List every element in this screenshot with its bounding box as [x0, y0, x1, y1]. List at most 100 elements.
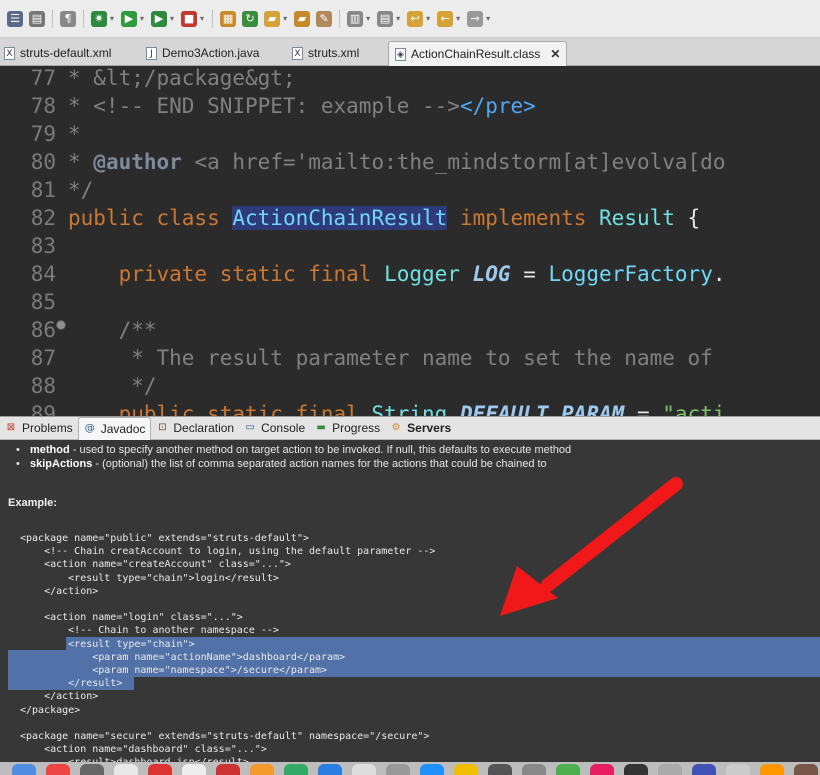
app-icon[interactable]	[658, 764, 682, 775]
code-token: =	[624, 402, 663, 416]
task-icon[interactable]: ▤	[377, 10, 394, 27]
view-tab[interactable]: ▭ Console	[239, 417, 310, 439]
app-icon[interactable]	[80, 764, 104, 775]
open-type-icon[interactable]: ▰	[294, 10, 311, 27]
dropdown-arrow-icon[interactable]: ▾	[140, 14, 144, 23]
view-tab[interactable]: ⊠ Problems	[0, 417, 78, 439]
open-folder-icon[interactable]: ▰	[264, 10, 281, 27]
stop-icon[interactable]: ■	[181, 10, 198, 27]
code-line: 81 */	[0, 176, 820, 204]
view-tab[interactable]: ▬ Progress	[310, 417, 385, 439]
app-icon[interactable]	[488, 764, 512, 775]
app-icon[interactable]	[352, 764, 376, 775]
code-token: =	[510, 262, 549, 286]
dropdown-arrow-icon[interactable]: ▾	[200, 14, 204, 23]
dropdown-arrow-icon[interactable]: ▾	[110, 14, 114, 23]
tab-label: ActionChainResult.class	[411, 47, 541, 61]
app-icon[interactable]	[726, 764, 750, 775]
paragraph-icon[interactable]: ¶	[60, 10, 76, 27]
code-text: public class ActionChainResult implement…	[68, 204, 700, 232]
app-icon[interactable]	[386, 764, 410, 775]
view-tab[interactable]: @ Javadoc	[77, 416, 152, 440]
app-icon[interactable]	[182, 764, 206, 775]
view-tab-label: Javadoc	[100, 421, 146, 436]
example-heading: Example:	[8, 497, 57, 509]
brush-icon[interactable]: ✎	[316, 10, 333, 27]
app-icon[interactable]	[46, 764, 70, 775]
dropdown-arrow-icon[interactable]: ▾	[486, 14, 490, 23]
code-line: 89 public static final String DEFAULT_PA…	[0, 400, 820, 416]
example-code-line: </result>	[20, 678, 123, 690]
code-token: <a href='mailto:the_mindstorm[at]evolva[…	[181, 150, 726, 174]
line-number: 86	[30, 318, 56, 342]
editor-tab[interactable]: ◈ ActionChainResult.class ✕	[388, 41, 568, 66]
code-text: public static final String DEFAULT_PARAM…	[68, 400, 726, 416]
app-icon[interactable]	[692, 764, 716, 775]
toolbar-separator	[212, 9, 214, 28]
app-icon[interactable]	[556, 764, 580, 775]
app-icon[interactable]	[624, 764, 648, 775]
close-icon[interactable]: ✕	[550, 47, 560, 61]
bullet-term: skipActions	[30, 458, 93, 470]
bullet-dot: •	[16, 444, 20, 456]
bullet-text: method - used to specify another method …	[30, 443, 571, 457]
view-tab-label: Servers	[407, 421, 452, 435]
dropdown-arrow-icon[interactable]: ▾	[366, 14, 370, 23]
bullet-text: skipActions - (optional) the list of com…	[30, 457, 547, 471]
line-number: 87	[30, 346, 56, 370]
console-icon: ▭	[245, 422, 255, 433]
forward-icon[interactable]: →	[467, 10, 484, 27]
javadoc-panel[interactable]: Example: •namespace - used to determine …	[0, 440, 820, 762]
editor-tab[interactable]: J Demo3Action.java	[146, 41, 259, 65]
toolbar-separator	[83, 9, 84, 28]
line-number: 80	[30, 150, 56, 174]
browser-icon[interactable]	[114, 764, 138, 775]
editor-tab[interactable]: Xstruts.xml	[292, 41, 359, 65]
code-editor[interactable]: 77 * &lt;/package&gt; 78 * <!-- END SNIPPET…	[0, 66, 820, 416]
code-token: public class	[68, 206, 233, 230]
app-icon[interactable]	[250, 764, 274, 775]
outline-icon[interactable]: ☰	[7, 10, 23, 27]
code-token: */	[68, 374, 157, 398]
line-number: 77	[30, 66, 56, 90]
bullet-description: - (optional) the list of comma separated…	[92, 458, 547, 470]
app-icon[interactable]	[284, 764, 308, 775]
code-text: * &lt;/package&gt;	[68, 66, 296, 92]
example-code-line: <param name="namespace">/secure</param>	[20, 665, 328, 676]
code-token: @author	[93, 150, 182, 174]
code-line: 79 *	[0, 120, 820, 148]
save-icon[interactable]: ▤	[29, 10, 45, 27]
app-icon[interactable]	[216, 764, 240, 775]
back-icon[interactable]: ↩	[407, 10, 424, 27]
app-icon[interactable]	[148, 764, 172, 775]
finder-icon[interactable]	[12, 764, 36, 775]
bullet-term: method	[30, 444, 70, 456]
dropdown-arrow-icon[interactable]: ▾	[396, 14, 400, 23]
bullet-description: - used to specify another method on targ…	[69, 444, 572, 456]
dropdown-arrow-icon[interactable]: ▾	[170, 14, 174, 23]
view-tab[interactable]: ⊡ Declaration	[151, 417, 239, 439]
dropdown-arrow-icon[interactable]: ▾	[426, 14, 430, 23]
run-icon[interactable]: ▶	[121, 10, 138, 27]
prev-edit-icon[interactable]: ←	[437, 10, 454, 27]
view-tab[interactable]: ⚙ Servers	[385, 417, 456, 439]
app-icon[interactable]	[522, 764, 546, 775]
app-icon[interactable]	[420, 764, 444, 775]
editor-tab[interactable]: Xstruts-default.xml	[4, 41, 111, 65]
app-icon[interactable]	[454, 764, 478, 775]
code-token: .	[712, 262, 726, 286]
new-package-icon[interactable]: ▦	[220, 10, 237, 27]
app-icon[interactable]	[794, 764, 818, 775]
refresh-icon[interactable]: ↻	[242, 10, 259, 27]
debug-icon[interactable]: ✷	[91, 10, 107, 27]
app-icon[interactable]	[318, 764, 342, 775]
line-number: 89	[30, 402, 56, 416]
app-icon[interactable]	[590, 764, 614, 775]
xml-file-icon: X	[4, 46, 15, 60]
dropdown-arrow-icon[interactable]: ▾	[283, 14, 287, 23]
dropdown-arrow-icon[interactable]: ▾	[456, 14, 460, 23]
app-icon[interactable]	[760, 764, 784, 775]
run-last-icon[interactable]: ▶	[151, 10, 168, 27]
mark-icon[interactable]: ▥	[347, 10, 364, 27]
code-token: * <!-- END SNIPPET: example -->	[68, 94, 460, 118]
